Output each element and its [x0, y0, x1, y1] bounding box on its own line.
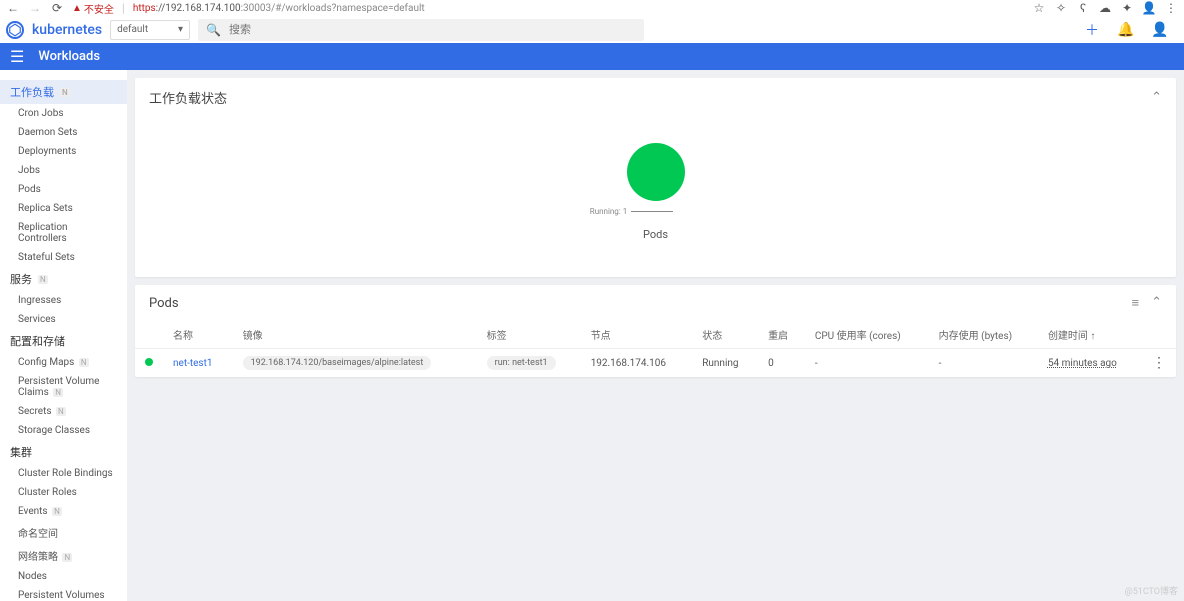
workload-status-card: 工作负载状态 ⌃ Running: 1 Pods [135, 78, 1176, 277]
cell-cpu: - [805, 349, 929, 378]
ext3-icon[interactable]: ☁ [1098, 1, 1112, 15]
collapse-icon[interactable]: ⌃ [1151, 295, 1162, 311]
account-icon[interactable]: 👤 [1152, 20, 1168, 40]
sidebar: 工作负载N Cron Jobs Daemon Sets Deployments … [0, 70, 127, 601]
extensions-icon[interactable]: ✦ [1120, 1, 1134, 15]
search-input[interactable] [229, 23, 636, 36]
namespace-select[interactable]: default▾ [110, 20, 190, 40]
profile-icon[interactable]: 👤 [1142, 1, 1156, 15]
sidebar-config[interactable]: 配置和存储 [0, 329, 127, 353]
pods-card-title: Pods [149, 296, 179, 311]
ext2-icon[interactable]: ʕ [1076, 1, 1090, 15]
pods-card: Pods ≡ ⌃ 名称 镜像 标签 节点 状态 重启 CPU 使用率 (core… [135, 285, 1176, 377]
cell-state: Running [692, 349, 758, 378]
sidebar-pv[interactable]: Persistent Volumes [0, 586, 127, 601]
reload-icon[interactable]: ⟳ [50, 1, 64, 15]
sidebar-netpol[interactable]: 网络策略 N [0, 544, 127, 567]
chevron-down-icon: ▾ [178, 24, 183, 35]
sidebar-storageclasses[interactable]: Storage Classes [0, 421, 127, 440]
sidebar-cronjobs[interactable]: Cron Jobs [0, 104, 127, 123]
col-cpu[interactable]: CPU 使用率 (cores) [805, 321, 929, 349]
chart-label: Pods [643, 228, 668, 241]
sidebar-services[interactable]: Services [0, 310, 127, 329]
kebab-icon[interactable]: ⋮ [1164, 1, 1178, 15]
sidebar-statefulsets[interactable]: Stateful Sets [0, 248, 127, 267]
row-menu-icon[interactable]: ⋮ [1152, 355, 1166, 371]
sidebar-workloads[interactable]: 工作负载N [0, 80, 127, 104]
watermark: @51CTO博客 [1125, 584, 1178, 597]
sidebar-replicasets[interactable]: Replica Sets [0, 199, 127, 218]
filter-icon[interactable]: ≡ [1132, 295, 1140, 311]
sidebar-nodes[interactable]: Nodes [0, 567, 127, 586]
image-chip: 192.168.174.120/baseimages/alpine:latest [243, 356, 432, 370]
sidebar-jobs[interactable]: Jobs [0, 161, 127, 180]
sidebar-service[interactable]: 服务N [0, 267, 127, 291]
col-node[interactable]: 节点 [581, 321, 693, 349]
col-age[interactable]: 创建时间 ↑ [1038, 321, 1142, 349]
status-card-title: 工作负载状态 [149, 88, 227, 107]
search-box[interactable]: 🔍 [198, 19, 644, 41]
sidebar-secrets[interactable]: Secrets N [0, 402, 127, 421]
pod-name-link[interactable]: net-test1 [173, 358, 213, 369]
col-mem[interactable]: 内存使用 (bytes) [929, 321, 1038, 349]
search-icon: 🔍 [206, 23, 221, 37]
sidebar-daemonsets[interactable]: Daemon Sets [0, 123, 127, 142]
content-area: 工作负载状态 ⌃ Running: 1 Pods Pods ≡ ⌃ 名称 [127, 70, 1184, 601]
insecure-badge: ▲ 不安全 [72, 1, 114, 16]
col-label[interactable]: 标签 [477, 321, 581, 349]
col-restarts[interactable]: 重启 [758, 321, 805, 349]
brand-label: kubernetes [32, 22, 102, 38]
cell-age: 54 minutes ago [1048, 358, 1117, 369]
col-image[interactable]: 镜像 [233, 321, 477, 349]
browser-toolbar: ← → ⟳ ▲ 不安全 | https://192.168.174.100:30… [0, 0, 1184, 16]
page-title: Workloads [38, 49, 100, 64]
cell-mem: - [929, 349, 1038, 378]
add-button[interactable]: ＋ [1084, 20, 1100, 40]
pods-table: 名称 镜像 标签 节点 状态 重启 CPU 使用率 (cores) 内存使用 (… [135, 321, 1176, 377]
col-state[interactable]: 状态 [692, 321, 758, 349]
cell-node: 192.168.174.106 [581, 349, 693, 378]
sidebar-pods[interactable]: Pods [0, 180, 127, 199]
col-name[interactable]: 名称 [163, 321, 233, 349]
app-header: kubernetes default▾ 🔍 ＋ 🔔 👤 [0, 16, 1184, 43]
chart-legend: Running: 1 [590, 207, 673, 216]
sidebar-deployments[interactable]: Deployments [0, 142, 127, 161]
sidebar-events[interactable]: Events N [0, 502, 127, 521]
sidebar-configmaps[interactable]: Config Maps N [0, 353, 127, 372]
ext1-icon[interactable]: ✧ [1054, 1, 1068, 15]
sidebar-namespaces[interactable]: 命名空间 [0, 521, 127, 544]
k8s-logo-icon [6, 21, 24, 39]
back-icon[interactable]: ← [6, 1, 20, 15]
label-chip: run: net-test1 [487, 356, 556, 370]
sidebar-cr[interactable]: Cluster Roles [0, 483, 127, 502]
collapse-icon[interactable]: ⌃ [1151, 90, 1162, 105]
cell-restarts: 0 [758, 349, 805, 378]
status-dot-icon [145, 358, 153, 366]
forward-icon[interactable]: → [28, 1, 42, 15]
sidebar-ingresses[interactable]: Ingresses [0, 291, 127, 310]
table-row[interactable]: net-test1 192.168.174.120/baseimages/alp… [135, 349, 1176, 378]
menu-icon[interactable]: ☰ [10, 47, 24, 66]
star-icon[interactable]: ☆ [1032, 1, 1046, 15]
pods-donut-chart [627, 143, 685, 201]
bell-icon[interactable]: 🔔 [1118, 20, 1134, 40]
sidebar-replicationcontrollers[interactable]: Replication Controllers [0, 218, 127, 248]
sidebar-pvc[interactable]: Persistent Volume Claims N [0, 372, 127, 402]
address-bar[interactable]: https://192.168.174.100:30003/#/workload… [133, 3, 425, 14]
page-toolbar: ☰ Workloads [0, 43, 1184, 70]
sidebar-cluster[interactable]: 集群 [0, 440, 127, 464]
sidebar-crb[interactable]: Cluster Role Bindings [0, 464, 127, 483]
